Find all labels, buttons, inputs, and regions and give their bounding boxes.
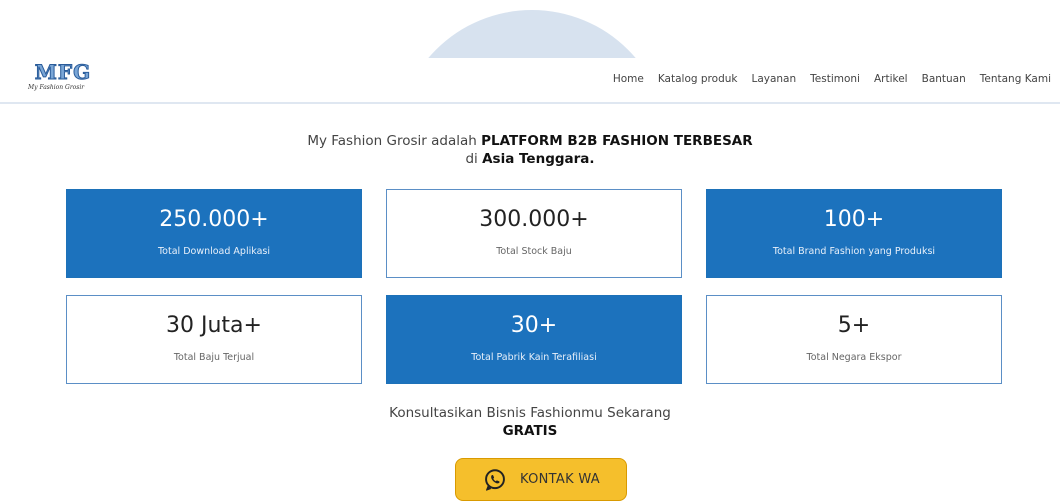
stat-card-stock: 300.000+ Total Stock Baju: [386, 189, 682, 278]
page: MFG My Fashion Grosir Home Katalog produ…: [0, 0, 1060, 501]
intro-bold2: Asia Tenggara.: [482, 151, 595, 167]
stat-value: 300.000+: [479, 207, 589, 232]
nav-bantuan[interactable]: Bantuan: [922, 73, 966, 85]
stat-label: Total Download Aplikasi: [157, 246, 270, 257]
nav-testimoni[interactable]: Testimoni: [810, 73, 860, 85]
site-header: MFG My Fashion Grosir Home Katalog produ…: [0, 58, 1060, 104]
cta-text: Konsultasikan Bisnis Fashionmu Sekarang …: [0, 404, 1060, 440]
stat-value: 100+: [823, 207, 885, 232]
stat-card-downloads: 250.000+ Total Download Aplikasi: [66, 189, 362, 278]
kontak-wa-button[interactable]: KONTAK WA: [455, 458, 627, 501]
nav-artikel[interactable]: Artikel: [874, 73, 908, 85]
stat-card-brands: 100+ Total Brand Fashion yang Produksi: [706, 189, 1002, 278]
stat-value: 30+: [510, 313, 558, 338]
decorative-arc: [396, 10, 668, 58]
nav-katalog-produk[interactable]: Katalog produk: [658, 73, 738, 85]
cta-line1: Konsultasikan Bisnis Fashionmu Sekarang: [389, 405, 671, 421]
stat-label: Total Stock Baju: [496, 246, 572, 257]
stat-value: 30 Juta+: [166, 313, 262, 338]
stat-label: Total Negara Ekspor: [806, 352, 902, 363]
stat-card-factories: 30+ Total Pabrik Kain Terafiliasi: [386, 295, 682, 384]
stat-label: Total Pabrik Kain Terafiliasi: [471, 352, 597, 363]
stat-label: Total Brand Fashion yang Produksi: [772, 246, 936, 257]
logo-tagline: My Fashion Grosir: [28, 84, 85, 91]
main-nav: Home Katalog produk Layanan Testimoni Ar…: [613, 73, 1051, 85]
nav-home[interactable]: Home: [613, 73, 644, 85]
kontak-wa-label: KONTAK WA: [520, 472, 600, 487]
stat-card-sold: 30 Juta+ Total Baju Terjual: [66, 295, 362, 384]
intro-text: My Fashion Grosir adalah PLATFORM B2B FA…: [0, 132, 1060, 168]
stat-value: 5+: [837, 313, 871, 338]
stat-card-export: 5+ Total Negara Ekspor: [706, 295, 1002, 384]
logo-mark: MFG: [34, 60, 92, 84]
stat-label: Total Baju Terjual: [173, 352, 255, 363]
intro-bold1: PLATFORM B2B FASHION TERBESAR: [481, 133, 753, 149]
logo[interactable]: MFG My Fashion Grosir: [28, 62, 98, 98]
intro-part2: di: [465, 151, 483, 167]
whatsapp-icon: [485, 468, 505, 491]
stat-value: 250.000+: [159, 207, 269, 232]
cta-line2: GRATIS: [502, 423, 558, 439]
nav-tentang-kami[interactable]: Tentang Kami: [980, 73, 1051, 85]
intro-part1: My Fashion Grosir adalah: [307, 133, 482, 149]
nav-layanan[interactable]: Layanan: [751, 73, 796, 85]
